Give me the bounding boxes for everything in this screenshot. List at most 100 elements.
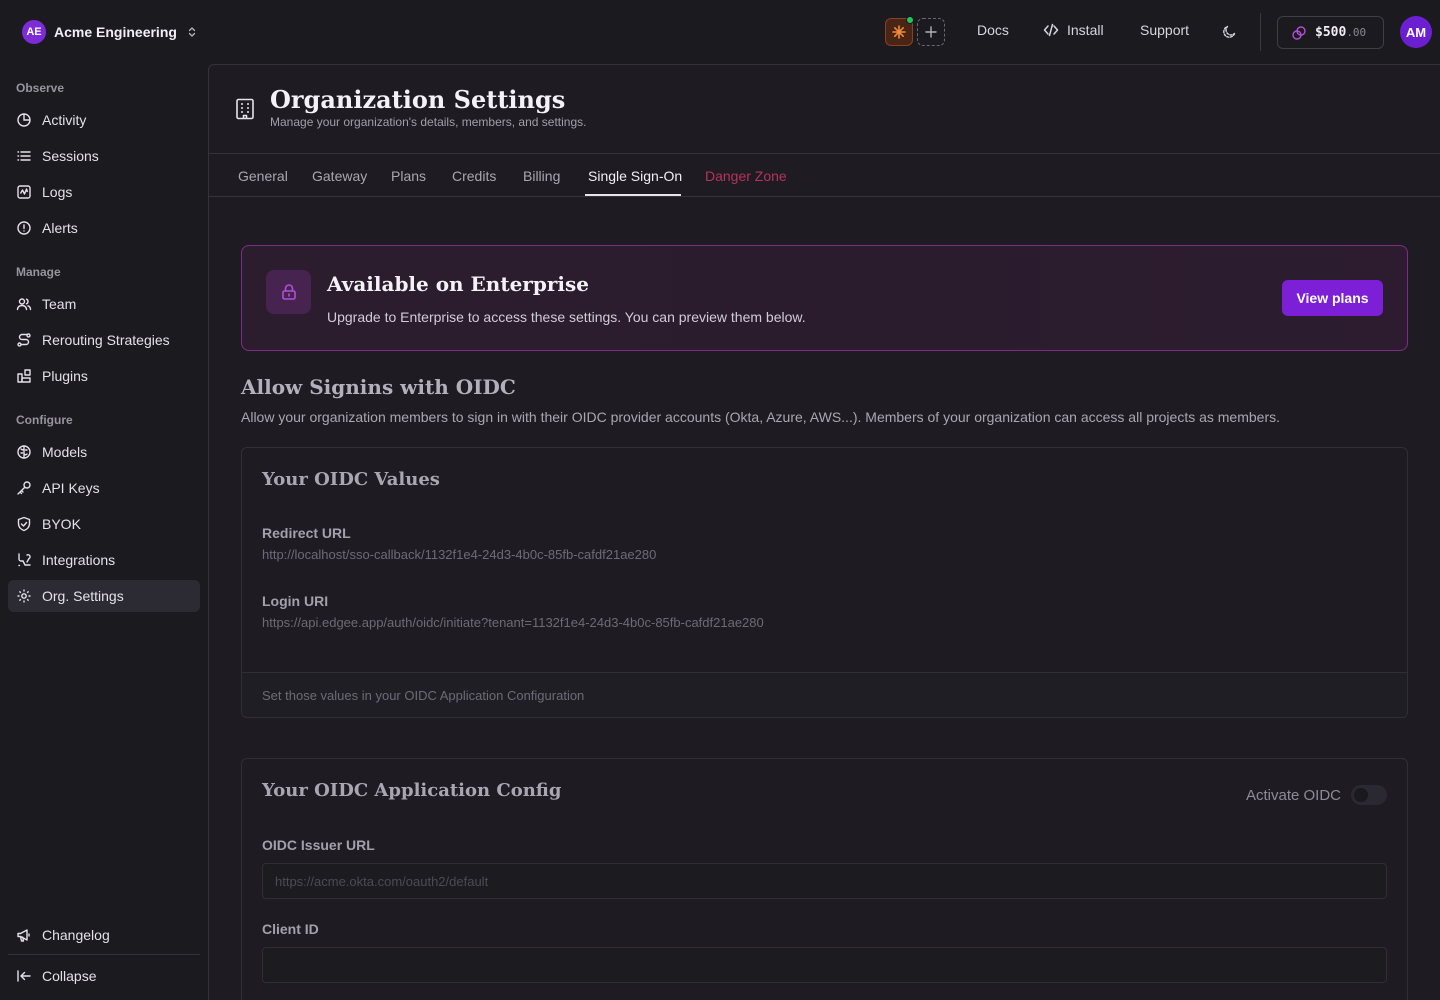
activate-oidc-control: Activate OIDC (1246, 785, 1387, 805)
sidebar-item-label: BYOK (42, 516, 81, 532)
megaphone-icon (17, 929, 30, 942)
view-plans-button[interactable]: View plans (1282, 280, 1383, 316)
building-icon (236, 98, 254, 120)
route-icon (17, 333, 31, 347)
sidebar-item-activity[interactable]: Activity (8, 104, 200, 136)
issuer-url-label: OIDC Issuer URL (262, 837, 375, 853)
banner-description: Upgrade to Enterprise to access these se… (327, 309, 806, 325)
chevron-up-down-icon (188, 27, 196, 37)
sidebar-item-label: Alerts (42, 220, 78, 236)
sidebar-item-label: API Keys (42, 480, 100, 496)
section-manage: Manage (16, 265, 61, 279)
oidc-values-footer-text: Set those values in your OIDC Applicatio… (262, 688, 585, 703)
section-configure: Configure (16, 413, 73, 427)
oidc-config-title: Your OIDC Application Config (262, 780, 562, 801)
enterprise-banner: Available on Enterprise Upgrade to Enter… (241, 245, 1408, 351)
users-icon (16, 298, 32, 311)
client-id-input[interactable] (262, 947, 1387, 983)
section-observe: Observe (16, 81, 65, 95)
install-link[interactable]: Install (1043, 22, 1104, 38)
page-subtitle: Manage your organization's details, memb… (270, 115, 587, 129)
banner-title: Available on Enterprise (327, 272, 589, 296)
oidc-values-card: Your OIDC Values Redirect URL http://loc… (241, 447, 1408, 718)
plus-icon (925, 26, 937, 38)
sidebar-item-byok[interactable]: BYOK (8, 508, 200, 540)
org-avatar: AE (22, 20, 46, 44)
add-provider-button[interactable] (917, 18, 945, 46)
top-bar: AE Acme Engineering Docs Install Support… (0, 0, 1440, 64)
code-icon (1043, 23, 1059, 37)
brain-icon (17, 445, 31, 459)
org-switcher[interactable]: AE Acme Engineering (22, 20, 199, 44)
credits-cents: .00 (1346, 26, 1367, 39)
tab-credits[interactable]: Credits (452, 168, 496, 184)
redirect-url-value: http://localhost/sso-callback/1132f1e4-2… (262, 547, 657, 562)
moon-icon (1223, 25, 1236, 38)
top-divider (1260, 13, 1261, 51)
oidc-config-card: Your OIDC Application Config Activate OI… (241, 758, 1408, 1000)
credits-balance[interactable]: $500.00 (1277, 16, 1384, 49)
sidebar-item-label: Team (42, 296, 77, 312)
user-avatar[interactable]: AM (1400, 16, 1432, 48)
oidc-values-title: Your OIDC Values (262, 469, 440, 490)
sidebar-item-changelog[interactable]: Changelog (8, 919, 200, 951)
tab-gateway[interactable]: Gateway (312, 168, 367, 184)
sidebar-item-rerouting[interactable]: Rerouting Strategies (8, 324, 200, 356)
settings-tabs: General Gateway Plans Credits Billing Si… (209, 154, 1440, 197)
sidebar-item-team[interactable]: Team (8, 288, 200, 320)
sidebar-item-models[interactable]: Models (8, 436, 200, 468)
sidebar-item-label: Sessions (42, 148, 99, 164)
activate-oidc-toggle[interactable] (1351, 785, 1387, 805)
redirect-url-label: Redirect URL (262, 525, 351, 541)
sidebar-item-org-settings[interactable]: Org. Settings (8, 580, 200, 612)
credits-amount: $500 (1315, 25, 1347, 40)
gear-icon (17, 589, 31, 603)
sidebar-item-label: Org. Settings (42, 588, 124, 604)
login-uri-label: Login URI (262, 593, 329, 609)
sidebar-item-sessions[interactable]: Sessions (8, 140, 200, 172)
install-label: Install (1067, 22, 1104, 38)
tab-danger-zone[interactable]: Danger Zone (705, 168, 787, 184)
tab-plans[interactable]: Plans (391, 168, 426, 184)
status-dot (906, 16, 914, 24)
sidebar-item-label: Collapse (42, 968, 97, 984)
page-header: Organization Settings Manage your organi… (209, 65, 1440, 154)
sidebar-item-integrations[interactable]: Integrations (8, 544, 200, 576)
org-name: Acme Engineering (54, 24, 177, 40)
sidebar-item-label: Changelog (42, 927, 110, 943)
sidebar-collapse-button[interactable]: Collapse (8, 960, 200, 992)
blocks-icon (17, 369, 31, 383)
support-link[interactable]: Support (1140, 22, 1189, 38)
sidebar-item-label: Logs (42, 184, 73, 200)
key-icon (17, 481, 31, 495)
sidebar-item-label: Models (42, 444, 88, 460)
main-panel: Organization Settings Manage your organi… (208, 64, 1440, 1000)
activity-chart-icon (17, 185, 31, 199)
sidebar-item-logs[interactable]: Logs (8, 176, 200, 208)
sidebar-item-label: Rerouting Strategies (42, 332, 170, 348)
oidc-section-title: Allow Signins with OIDC (241, 375, 516, 399)
collapse-left-icon (17, 970, 31, 982)
tab-general[interactable]: General (238, 168, 288, 184)
active-tab-indicator (585, 194, 681, 196)
banner-lock-box (266, 270, 311, 314)
issuer-url-input[interactable] (262, 863, 1387, 899)
list-icon (17, 151, 31, 161)
tab-billing[interactable]: Billing (523, 168, 560, 184)
tab-single-sign-on[interactable]: Single Sign-On (588, 168, 682, 184)
sidebar-item-alerts[interactable]: Alerts (8, 212, 200, 244)
activate-oidc-label: Activate OIDC (1245, 786, 1341, 804)
theme-toggle[interactable] (1221, 24, 1237, 40)
pie-chart-icon (17, 113, 31, 127)
page-title: Organization Settings (270, 85, 566, 114)
sidebar-divider (8, 954, 200, 955)
login-uri-value: https://api.edgee.app/auth/oidc/initiate… (262, 615, 764, 630)
sidebar-item-label: Activity (42, 112, 87, 128)
docs-link[interactable]: Docs (977, 22, 1009, 38)
lock-icon (281, 284, 296, 300)
sparkle-icon (892, 25, 906, 39)
coins-icon (1292, 25, 1306, 40)
sidebar-item-label: Plugins (42, 368, 88, 384)
sidebar-item-plugins[interactable]: Plugins (8, 360, 200, 392)
sidebar-item-api-keys[interactable]: API Keys (8, 472, 200, 504)
